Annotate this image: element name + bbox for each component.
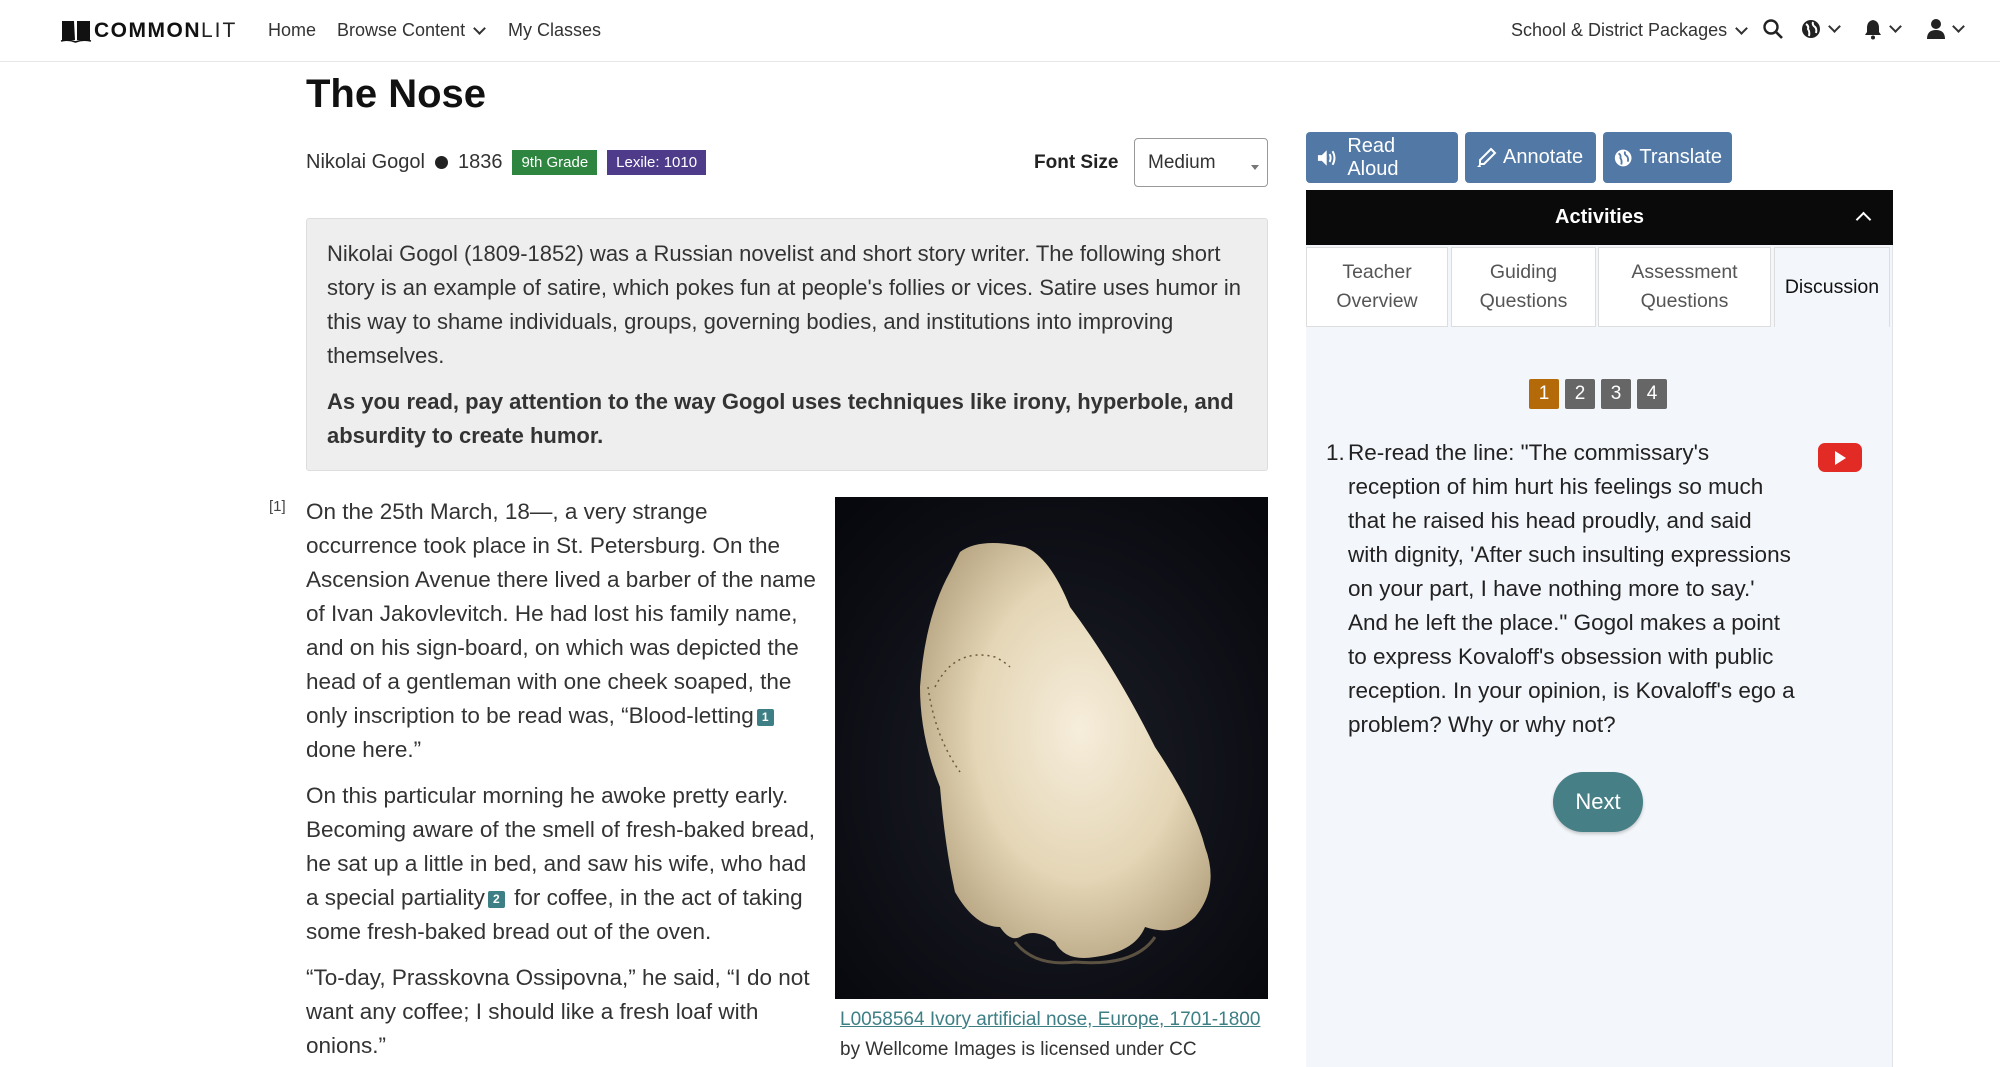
footnote-marker[interactable]: 1: [756, 708, 774, 726]
tab-guiding-questions[interactable]: Guiding Questions: [1451, 247, 1596, 327]
image-license-text: by Wellcome Images is licensed under CC: [840, 1039, 1197, 1060]
font-size-value: Medium: [1148, 152, 1216, 173]
nav-browse-content[interactable]: Browse Content: [337, 20, 486, 41]
font-size-label: Font Size: [1034, 152, 1119, 173]
nav-home-label: Home: [268, 20, 317, 40]
read-aloud-label: Read Aloud: [1347, 134, 1399, 180]
separator-dot: [434, 156, 448, 169]
activities-title: Activities: [1555, 206, 1644, 228]
speaker-icon: [1317, 149, 1336, 166]
logo-text-light: LIT: [201, 19, 238, 42]
tab-discussion[interactable]: Discussion: [1774, 247, 1890, 327]
highlighter-icon: [1477, 147, 1497, 167]
reading-prompt: As you read, pay attention to the way Go…: [327, 389, 1234, 448]
chevron-up-icon[interactable]: [1855, 211, 1872, 228]
annotate-button[interactable]: Annotate: [1465, 132, 1596, 183]
text-meta: Nikolai Gogol 1836 9th Grade Lexile: 101…: [306, 150, 707, 175]
page-button-3[interactable]: 3: [1601, 379, 1631, 409]
tab-label: Discussion: [1784, 276, 1880, 298]
youtube-play-icon: [1835, 451, 1846, 465]
globe-icon: [1614, 149, 1632, 166]
tab-label: Teacher Overview: [1336, 261, 1418, 312]
tab-label: Guiding Questions: [1479, 261, 1568, 312]
grade-badge: 9th Grade: [512, 150, 598, 175]
chevron-down-icon: [1952, 20, 1965, 33]
question-number: 1.: [1326, 440, 1345, 465]
author-name[interactable]: Nikolai Gogol: [306, 151, 425, 174]
footnote-marker[interactable]: 2: [487, 890, 505, 908]
nav-my-classes[interactable]: My Classes: [508, 20, 601, 41]
tab-assessment-questions[interactable]: Assessment Questions: [1598, 247, 1771, 327]
image-source-link[interactable]: L0058564 Ivory artificial nose, Europe, …: [840, 1009, 1260, 1030]
search-button[interactable]: [1762, 18, 1784, 40]
intro-box: Nikolai Gogol (1809-1852) was a Russian …: [306, 218, 1268, 471]
question-pager: 1 2 3 4: [1529, 379, 1673, 409]
chevron-down-icon: [473, 21, 486, 35]
story-image[interactable]: [835, 497, 1268, 999]
tab-label: Assessment Questions: [1631, 261, 1738, 312]
translate-label: Translate: [1639, 146, 1722, 168]
ivory-nose-image: [835, 497, 1268, 999]
story-text-segment: On the 25th March, 18—, a very strange o…: [306, 499, 816, 728]
nav-my-classes-label: My Classes: [508, 20, 602, 40]
story-paragraph: On this particular morning he awoke pret…: [306, 779, 818, 949]
image-caption: L0058564 Ivory artificial nose, Europe, …: [840, 1005, 1270, 1065]
chevron-down-icon: [1828, 20, 1841, 33]
video-button[interactable]: [1818, 443, 1862, 472]
next-button[interactable]: Next: [1553, 772, 1643, 832]
nav-school-district-packages[interactable]: School & District Packages: [1511, 20, 1748, 41]
paragraph-number: [1]: [269, 498, 286, 515]
activities-header[interactable]: Activities: [1306, 190, 1893, 245]
story-text-segment: done here.”: [306, 737, 422, 762]
language-menu[interactable]: [1800, 18, 1841, 40]
user-icon: [1927, 19, 1945, 39]
story-paragraph: On the 25th March, 18—, a very strange o…: [306, 495, 818, 767]
packages-label: School & District Packages: [1511, 20, 1728, 40]
story-paragraph: “To-day, Prasskovna Ossipovna,” he said,…: [306, 965, 810, 1058]
bell-icon: [1865, 20, 1881, 40]
question-text: Re-read the line: "The commissary's rece…: [1348, 440, 1795, 737]
page-button-1[interactable]: 1: [1529, 379, 1559, 409]
commonlit-logo[interactable]: COMMON LIT: [60, 18, 237, 44]
page-button-2[interactable]: 2: [1565, 379, 1595, 409]
top-navbar: COMMON LIT Home Browse Content My Classe…: [0, 0, 2000, 62]
font-size-select[interactable]: Medium: [1134, 138, 1268, 187]
user-menu[interactable]: [1926, 18, 1965, 40]
search-icon: [1763, 19, 1783, 39]
dropdown-arrow-icon: [1251, 165, 1259, 170]
chevron-down-icon: [1735, 21, 1748, 35]
nav-browse-label: Browse Content: [337, 20, 466, 40]
publication-year: 1836: [457, 151, 503, 173]
discussion-question: 1. Re-read the line: "The commissary's r…: [1326, 436, 1796, 742]
tab-teacher-overview[interactable]: Teacher Overview: [1306, 247, 1448, 327]
nav-home[interactable]: Home: [268, 20, 316, 41]
translate-button[interactable]: Translate: [1603, 132, 1732, 183]
read-aloud-button[interactable]: Read Aloud: [1306, 132, 1458, 183]
lexile-badge: Lexile: 1010: [607, 150, 707, 175]
page-button-4[interactable]: 4: [1637, 379, 1667, 409]
story-text: On the 25th March, 18—, a very strange o…: [306, 495, 818, 1067]
globe-icon: [1802, 20, 1820, 38]
page-title: The Nose: [306, 72, 487, 116]
logo-text-bold: COMMON: [94, 19, 201, 42]
book-icon: [60, 21, 92, 43]
annotate-label: Annotate: [1503, 146, 1584, 168]
notifications-menu[interactable]: [1863, 18, 1902, 40]
intro-paragraph: Nikolai Gogol (1809-1852) was a Russian …: [327, 241, 1241, 368]
chevron-down-icon: [1889, 20, 1902, 33]
